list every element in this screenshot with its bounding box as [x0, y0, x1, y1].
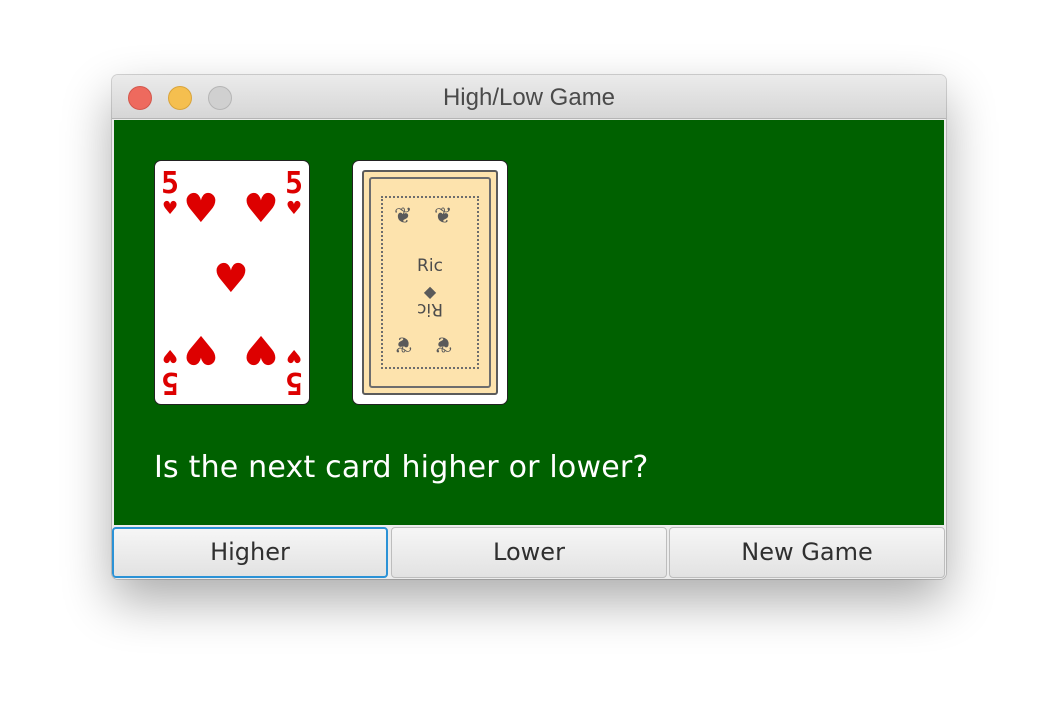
- window-title: High/Low Game: [442, 84, 616, 111]
- heart-pip-icon: ♥: [183, 326, 219, 372]
- card-suit-bottom-right-icon: ♥: [285, 345, 302, 366]
- swirl-ornament-icon: ❦: [394, 204, 413, 229]
- button-bar: Higher Lower New Game: [112, 525, 946, 579]
- lower-button[interactable]: Lower: [391, 527, 667, 578]
- heart-pip-icon: ♥: [183, 186, 219, 232]
- swirl-ornament-icon: ❦: [434, 331, 453, 356]
- new-game-button[interactable]: New Game: [669, 527, 945, 578]
- swirl-ornament-icon: ❦: [434, 204, 453, 229]
- current-card-five-of-hearts: 5 ♥ 5 ♥ ♥ ♥ ♥ ♥ ♥ ♥ 5 ♥ 5: [154, 160, 310, 405]
- card-back-monogram-bottom: Ric: [417, 299, 443, 319]
- card-rank-top-left: 5: [161, 166, 180, 201]
- title-bar[interactable]: High/Low Game: [112, 75, 946, 119]
- game-table: 5 ♥ 5 ♥ ♥ ♥ ♥ ♥ ♥ ♥ 5 ♥ 5 ❦ ❦ ❦ ❦ Ric ◆ …: [114, 120, 944, 525]
- swirl-ornament-icon: ❦: [394, 331, 413, 356]
- next-card-back: ❦ ❦ ❦ ❦ Ric ◆ Ric: [352, 160, 508, 405]
- card-back-monogram-top: Ric: [417, 256, 443, 276]
- diamond-ornament-icon: ◆: [423, 282, 437, 301]
- card-suit-top-left-icon: ♥: [162, 198, 179, 219]
- card-rank-top-right: 5: [284, 166, 303, 201]
- game-prompt: Is the next card higher or lower?: [154, 450, 649, 485]
- higher-button[interactable]: Higher: [112, 527, 388, 578]
- card-rank-bottom-left: 5: [161, 365, 180, 400]
- high-low-window: High/Low Game 5 ♥ 5 ♥ ♥ ♥ ♥ ♥ ♥ ♥ 5 ♥ 5 …: [112, 75, 946, 579]
- card-back-pattern: ❦ ❦ ❦ ❦ Ric ◆ Ric: [362, 170, 498, 395]
- card-suit-bottom-left-icon: ♥: [162, 345, 179, 366]
- heart-pip-icon: ♥: [243, 326, 279, 372]
- heart-pip-icon: ♥: [243, 186, 279, 232]
- heart-pip-icon: ♥: [213, 256, 249, 302]
- card-rank-bottom-right: 5: [284, 365, 303, 400]
- card-suit-top-right-icon: ♥: [285, 198, 302, 219]
